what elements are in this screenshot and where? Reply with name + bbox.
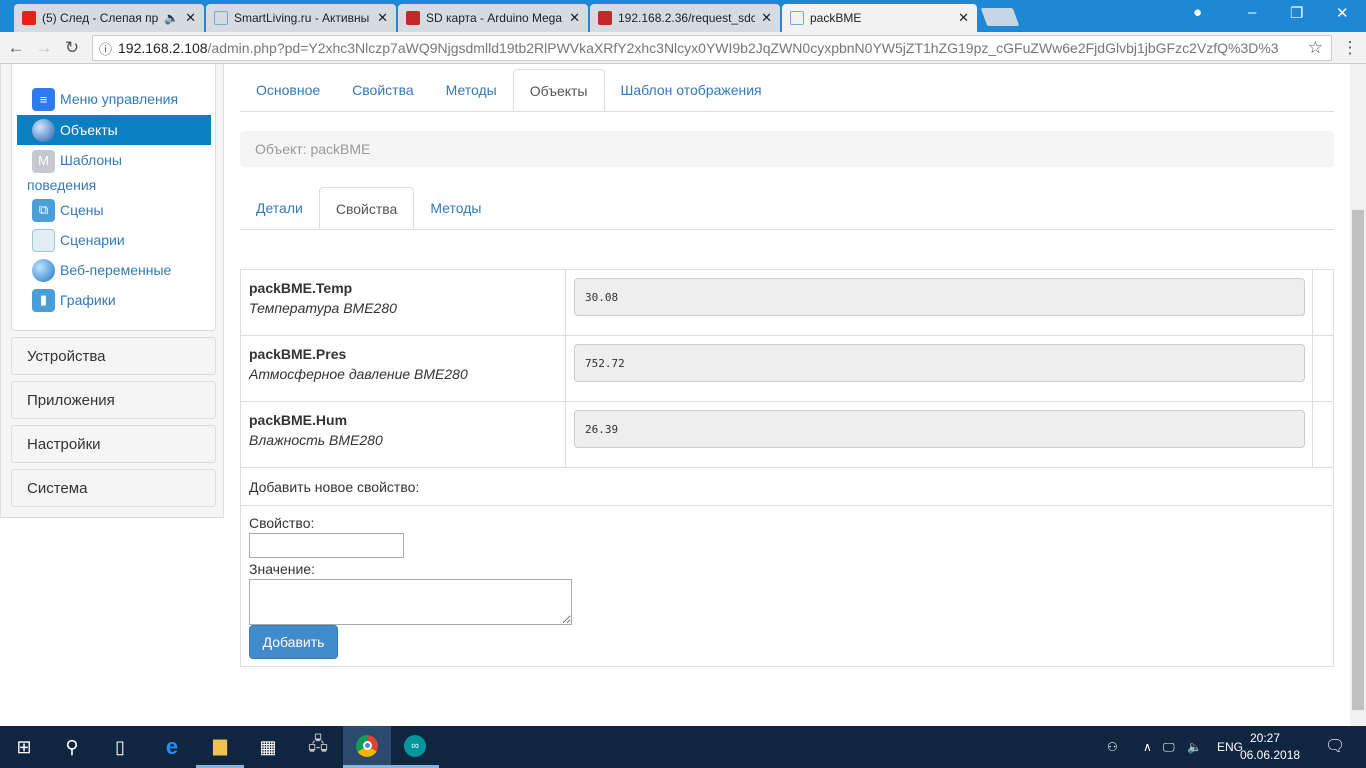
property-value-field[interactable]: 30.08 <box>574 278 1305 316</box>
table-row: packBME.Pres Атмосферное давление BME280 7… <box>241 336 1333 402</box>
globe-icon <box>32 118 55 142</box>
menu-icon[interactable]: ⋮ <box>1336 38 1364 58</box>
tab-object-methods[interactable]: Методы <box>414 187 497 229</box>
property-value-textarea[interactable] <box>249 579 572 625</box>
class-tabs: Основное Свойства Методы Объекты Шаблон … <box>240 69 1334 112</box>
file-explorer-icon[interactable]: ▆ <box>196 726 244 768</box>
menu-icon: ≡ <box>32 87 55 111</box>
sidebar-item-templates[interactable]: M Шаблоны поведения <box>17 145 211 195</box>
browser-toolbar: ← → ↻ ⓘ 192.168.2.108/admin.php?pd=Y2xhc… <box>0 32 1366 64</box>
info-icon: ⓘ <box>99 41 113 57</box>
sidebar-item-objects[interactable]: Объекты <box>17 115 211 145</box>
sidebar-item-scripts[interactable]: Сценарии <box>17 225 211 255</box>
close-tab-icon[interactable]: ✕ <box>185 10 196 26</box>
majordomo-icon <box>790 11 804 25</box>
template-icon: M <box>32 149 55 173</box>
youtube-icon <box>22 11 36 25</box>
page-scrollbar[interactable] <box>1350 64 1366 726</box>
minimize-button[interactable]: – <box>1248 4 1256 21</box>
tab-object-properties[interactable]: Свойства <box>318 187 415 229</box>
tab-methods[interactable]: Методы <box>430 69 513 111</box>
property-value-field[interactable]: 26.39 <box>574 410 1305 448</box>
page-icon <box>598 11 612 25</box>
sidebar-item-web-vars[interactable]: Веб-переменные <box>17 255 211 285</box>
add-button[interactable]: Добавить <box>249 625 338 659</box>
property-value-field[interactable]: 752.72 <box>574 344 1305 382</box>
people-icon[interactable]: ⚇ <box>1107 726 1118 768</box>
value-label: Значение: <box>249 561 315 577</box>
search-icon[interactable]: ⚲ <box>48 726 96 768</box>
arduino-icon[interactable]: ∞ <box>391 726 439 768</box>
close-tab-icon[interactable]: ✕ <box>761 10 772 26</box>
maximize-button[interactable]: ❐ <box>1290 4 1303 22</box>
table-row: packBME.Temp Температура BME280 30.08 <box>241 270 1333 336</box>
start-button[interactable]: ⊞ <box>0 726 48 768</box>
show-hidden-icons[interactable]: ∧ <box>1143 726 1152 768</box>
address-bar[interactable]: ⓘ 192.168.2.108/admin.php?pd=Y2xhc3Nlczp… <box>92 35 1332 61</box>
scenes-icon: ⧉ <box>32 198 55 222</box>
majordomo-icon <box>214 11 228 25</box>
property-label: Свойство: <box>249 515 315 531</box>
chart-icon: ▮ <box>32 288 55 312</box>
audio-icon: 🔈 <box>164 11 180 25</box>
property-name-input[interactable] <box>249 533 404 558</box>
new-tab-button[interactable] <box>980 8 1020 26</box>
web-vars-icon <box>32 258 55 282</box>
scrollbar-thumb[interactable] <box>1352 210 1364 710</box>
close-window-button[interactable]: ✕ <box>1336 4 1349 22</box>
browser-tab-strip: (5) След - Слепая пре 🔈 ✕ SmartLiving.ru -… <box>0 0 1366 32</box>
sidebar-panel-system[interactable]: Система <box>11 469 216 507</box>
sidebar-item-scenes[interactable]: ⧉ Сцены <box>17 195 211 225</box>
volume-icon[interactable]: 🔈 <box>1187 726 1202 768</box>
taskbar: ⊞ ⚲ ▯ e ▆ ▦ 🖧 ∞ ⚇ ∧ 🖵 🔈 ENG 20:27 06.06.2… <box>0 726 1366 768</box>
breadcrumb: Объект: packBME <box>240 131 1334 167</box>
tab-properties[interactable]: Свойства <box>336 69 429 111</box>
network-icon[interactable]: 🖵 <box>1163 726 1175 768</box>
arduino-forum-icon <box>406 11 420 25</box>
sidebar-item-charts[interactable]: ▮ Графики <box>17 285 211 315</box>
sidebar-menu: ≡ Меню управления Объекты M Шаблоны поведен… <box>11 64 216 331</box>
sidebar-panel-settings[interactable]: Настройки <box>11 425 216 463</box>
sidebar-panel-apps[interactable]: Приложения <box>11 381 216 419</box>
tab-objects[interactable]: Объекты <box>512 69 605 111</box>
store-icon[interactable]: ▦ <box>244 726 292 768</box>
browser-tab[interactable]: SmartLiving.ru - Активны ✕ <box>206 4 396 32</box>
browser-tab[interactable]: (5) След - Слепая пре 🔈 ✕ <box>14 4 204 32</box>
table-row: packBME.Hum Влажность BME280 26.39 <box>241 402 1333 468</box>
browser-tab[interactable]: 192.168.2.36/request_sdca ✕ <box>590 4 780 32</box>
edge-icon[interactable]: e <box>148 726 196 768</box>
add-property-header: Добавить новое свойство: <box>241 468 1333 506</box>
action-center-icon[interactable]: 🗨 <box>1325 726 1345 768</box>
network-app-icon[interactable]: 🖧 <box>294 726 342 768</box>
forward-button[interactable]: → <box>30 38 58 58</box>
back-button[interactable]: ← <box>2 38 30 58</box>
task-view-icon[interactable]: ▯ <box>96 726 144 768</box>
clock[interactable]: 20:27 06.06.2018 <box>1240 730 1300 764</box>
tab-display-template[interactable]: Шаблон отображения <box>605 69 778 111</box>
close-tab-icon[interactable]: ✕ <box>377 10 388 26</box>
reload-button[interactable]: ↻ <box>58 38 86 58</box>
tab-main[interactable]: Основное <box>240 69 336 111</box>
browser-tab[interactable]: SD карта - Arduino Mega ✕ <box>398 4 588 32</box>
page-content: ≡ Меню управления Объекты M Шаблоны поведен… <box>0 64 1350 726</box>
close-tab-icon[interactable]: ✕ <box>958 10 969 26</box>
scripts-icon <box>32 228 55 252</box>
tab-details[interactable]: Детали <box>240 187 319 229</box>
sidebar-panel-devices[interactable]: Устройства <box>11 337 216 375</box>
sidebar-item-control-menu[interactable]: ≡ Меню управления <box>17 84 211 114</box>
close-tab-icon[interactable]: ✕ <box>569 10 580 26</box>
sidebar: ≡ Меню управления Объекты M Шаблоны поведен… <box>0 64 224 518</box>
bookmark-star-icon[interactable]: ☆ <box>1308 38 1323 58</box>
profile-icon[interactable]: ● <box>1193 4 1202 21</box>
browser-tab-active[interactable]: packBME ✕ <box>782 4 977 32</box>
chrome-icon[interactable] <box>343 726 391 768</box>
object-tabs: Детали Свойства Методы <box>240 187 1334 230</box>
